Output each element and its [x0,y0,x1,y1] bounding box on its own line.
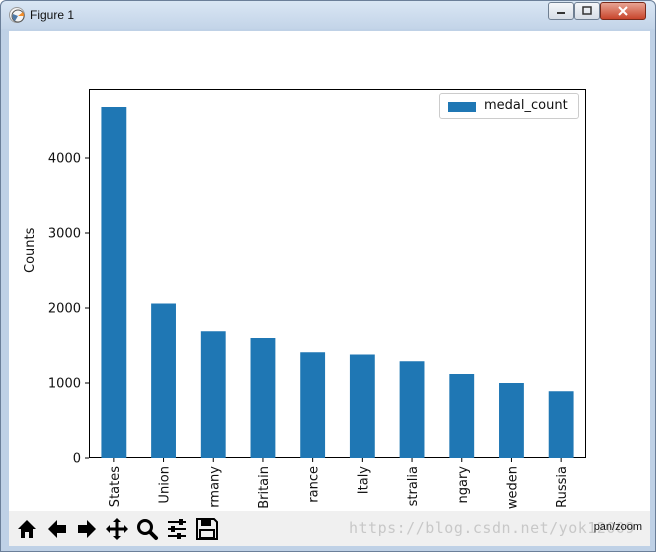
x-tick-label: Russia [555,466,570,508]
title-bar[interactable]: Figure 1 [1,1,655,29]
y-tick-label: 0 [73,452,81,467]
toolbar-mode-status: pan/zoom [593,521,642,533]
matplotlib-icon [9,7,25,23]
bar-soviet-union [151,303,176,458]
figure-window: Figure 1 States Union rmany Britain rance Ita… [0,0,656,552]
navigation-toolbar: https://blog.csdn.net/yok12009 pan/zoom [9,511,650,546]
x-tick-label: rmany [207,466,222,508]
bar-russia [548,391,574,458]
back-button[interactable] [43,515,71,543]
y-tick-label: 3000 [48,227,81,242]
home-icon [18,520,36,538]
configure-subplots-icon [168,519,186,539]
zoom-button[interactable] [133,515,161,543]
y-tick-label: 4000 [48,152,81,167]
legend-swatch [448,102,476,112]
x-tick-label: ngary [456,466,471,504]
forward-button[interactable] [73,515,101,543]
y-axis-label: Counts [23,227,38,273]
close-button[interactable] [600,2,646,20]
y-tick-label: 2000 [48,302,81,317]
figure-canvas[interactable]: States Union rmany Britain rance Italy stralia… [9,31,650,546]
minimize-button[interactable] [548,2,574,20]
window-title: Figure 1 [30,8,75,22]
pan-icon [106,518,128,540]
save-button[interactable] [193,515,221,543]
watermark: https://blog.csdn.net/yok12009 [349,519,635,537]
maximize-icon [582,6,592,15]
back-icon [48,520,66,538]
x-tick-label: Britain [257,466,272,509]
bar-france [300,352,326,458]
x-tick-label: rance [307,466,322,503]
minimize-icon [557,12,565,14]
bar-australia [399,361,425,458]
bar-italy [349,354,375,458]
bar-hungary [449,374,475,458]
bar-united-states [101,107,127,458]
bar-great-britain [250,338,276,458]
save-icon [196,518,218,540]
x-tick-label: Italy [356,466,371,495]
zoom-icon [137,519,158,540]
bar-sweden [499,383,524,458]
pan-button[interactable] [103,515,131,543]
x-tick-label: stralia [406,466,421,506]
legend: medal_count [439,93,579,119]
x-tick-label: States [108,466,123,507]
configure-subplots-button[interactable] [163,515,191,543]
x-tick-label: Union [158,466,173,504]
maximize-button[interactable] [574,2,600,20]
y-tick-label: 1000 [48,377,81,392]
x-tick-label: weden [505,466,520,509]
home-button[interactable] [13,515,41,543]
forward-icon [78,520,96,538]
close-icon [618,6,628,16]
bar-germany [200,331,226,458]
legend-label: medal_count [484,98,568,113]
